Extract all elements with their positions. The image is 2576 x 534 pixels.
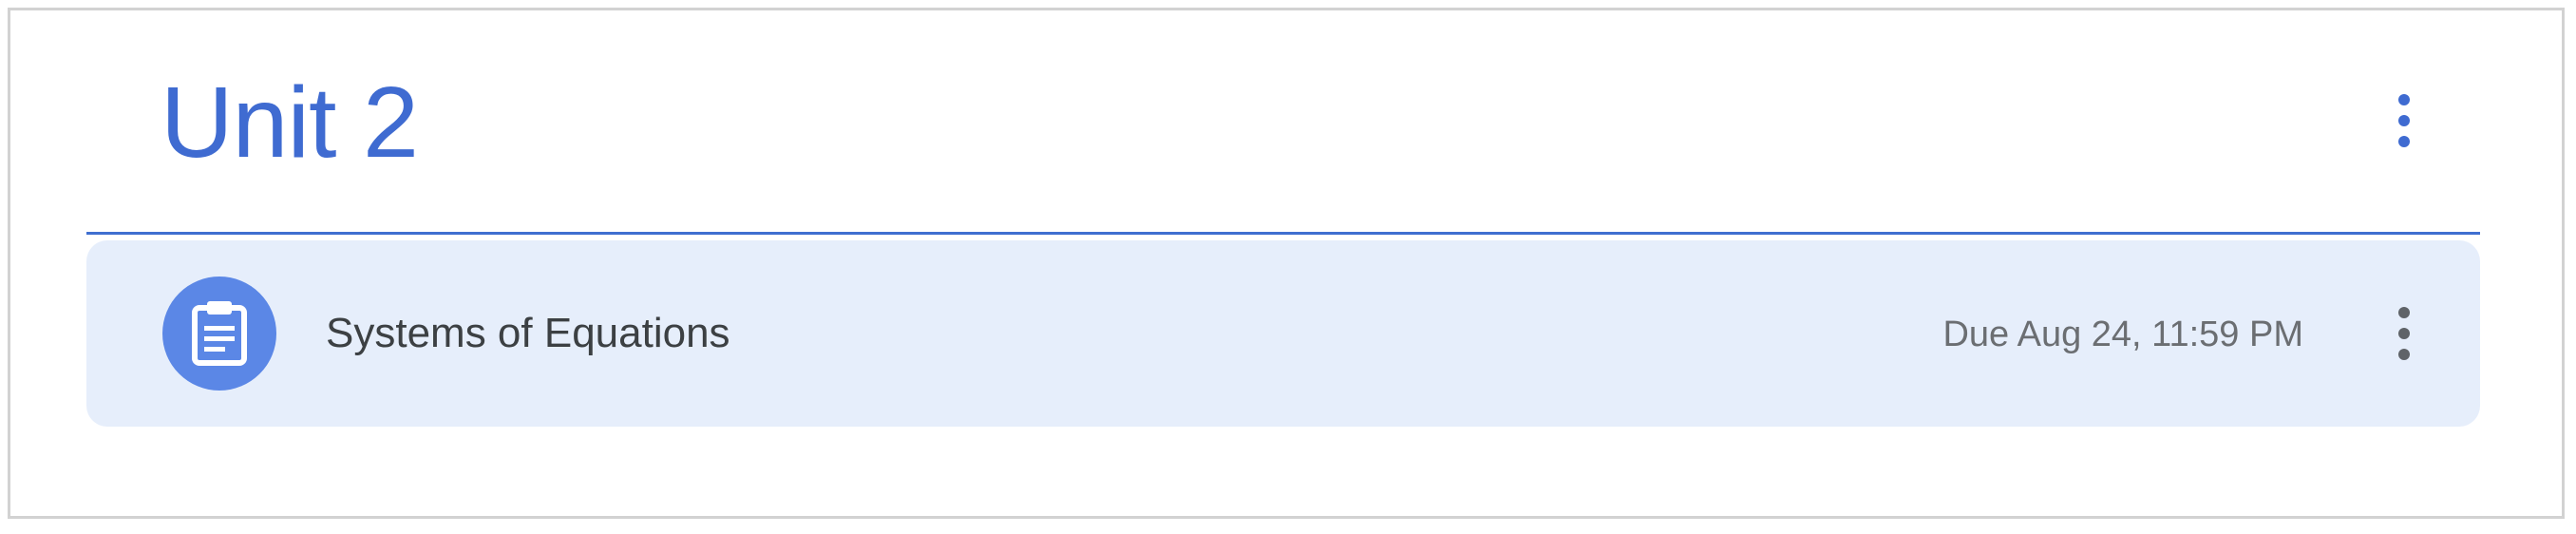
assignment-row[interactable]: Systems of Equations Due Aug 24, 11:59 P… (86, 240, 2480, 427)
topic-more-options-button[interactable] (2374, 81, 2434, 161)
assignment-clipboard-icon (162, 277, 276, 391)
assignment-title[interactable]: Systems of Equations (326, 309, 730, 358)
more-vert-icon (2398, 94, 2410, 105)
topic-title: Unit 2 (161, 67, 419, 179)
more-vert-icon (2398, 307, 2410, 318)
classwork-topic-card: Unit 2 Systems of Equations Due Aug 24, … (8, 8, 2565, 519)
assignment-more-options-button[interactable] (2374, 294, 2434, 373)
assignment-due-date: Due Aug 24, 11:59 PM (1942, 315, 2303, 354)
topic-header: Unit 2 (86, 10, 2480, 235)
